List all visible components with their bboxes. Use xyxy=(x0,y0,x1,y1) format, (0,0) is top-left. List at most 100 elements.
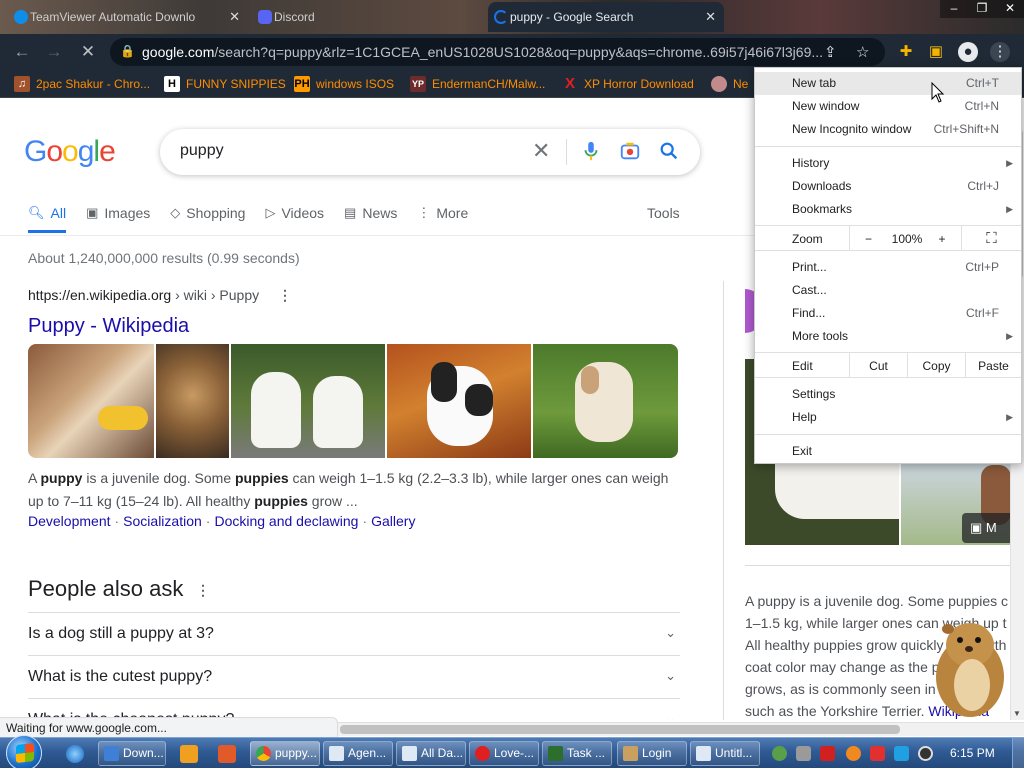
taskbar-button-love[interactable]: Love-... xyxy=(469,741,539,766)
menu-exit[interactable]: Exit xyxy=(755,440,1021,463)
taskbar-button-chrome[interactable]: puppy... xyxy=(250,741,320,766)
close-window-icon[interactable]: ✕ xyxy=(996,0,1024,18)
close-tab-icon[interactable]: ✕ xyxy=(705,9,716,25)
result-title[interactable]: Puppy - Wikipedia xyxy=(28,315,678,338)
show-desktop-button[interactable] xyxy=(1012,738,1024,768)
menu-edit-row: Edit Cut Copy Paste xyxy=(755,352,1021,378)
puppy-image[interactable] xyxy=(533,344,678,458)
volume-tray-icon[interactable] xyxy=(918,746,933,761)
taskbar-button-task-manager[interactable]: Task ... xyxy=(542,741,612,766)
stop-loading-icon[interactable]: ✕ xyxy=(76,41,100,63)
extensions-icon[interactable]: ✚ xyxy=(896,42,916,62)
voice-search-icon[interactable] xyxy=(580,140,602,162)
bookmark-endermanch[interactable]: YP EndermanCH/Malw... xyxy=(410,76,545,92)
paste-button[interactable]: Paste xyxy=(965,353,1021,377)
display-tray-icon[interactable] xyxy=(894,746,909,761)
copy-button[interactable]: Copy xyxy=(907,353,965,377)
start-button[interactable] xyxy=(6,735,42,768)
tab-teamviewer[interactable]: TeamViewer Automatic Downlo ✕ xyxy=(8,2,248,32)
search-input[interactable]: puppy xyxy=(180,142,224,160)
close-tab-icon[interactable]: ✕ xyxy=(229,9,240,25)
back-icon[interactable]: ← xyxy=(10,41,34,63)
taskbar-button-agent[interactable]: Agen... xyxy=(323,741,393,766)
more-images-label: M xyxy=(985,520,997,535)
lock-icon[interactable]: 🔒 xyxy=(120,44,135,58)
flag-tray-icon[interactable] xyxy=(870,746,885,761)
bookmark-ne[interactable]: Ne xyxy=(711,76,748,92)
tray-icon[interactable] xyxy=(846,746,861,761)
menu-more-tools[interactable]: More tools ▶ xyxy=(755,325,1021,348)
network-tray-icon[interactable] xyxy=(772,746,787,761)
tab-all[interactable]: 🔍︎ All xyxy=(28,203,67,233)
tab-images[interactable]: ▣ Images xyxy=(86,203,150,235)
internet-explorer-icon[interactable] xyxy=(66,745,84,763)
tab-discord[interactable]: Discord xyxy=(252,2,482,32)
tab-videos[interactable]: ▷ Videos xyxy=(265,203,324,235)
menu-new-window[interactable]: New window Ctrl+N xyxy=(755,95,1021,118)
result-snippet: A puppy is a juvenile dog. Some puppies … xyxy=(28,470,669,509)
menu-downloads[interactable]: Downloads Ctrl+J xyxy=(755,175,1021,198)
address-bar[interactable]: 🔒 google.com/search?q=puppy&rlz=1C1GCEA_… xyxy=(110,38,885,66)
menu-kebab-icon[interactable]: ⋮ xyxy=(990,42,1010,62)
menu-help[interactable]: Help ▶ xyxy=(755,406,1021,429)
search-icon[interactable] xyxy=(658,140,680,162)
search-box[interactable]: puppy ✕ xyxy=(160,129,700,175)
tray-icon[interactable] xyxy=(796,746,811,761)
tools-button[interactable]: Tools xyxy=(647,205,680,221)
puppy-image[interactable] xyxy=(28,344,154,458)
taskbar-button-untitled[interactable]: Untitl... xyxy=(690,741,760,766)
media-player-icon[interactable] xyxy=(180,745,198,763)
bookmark-xp-horror[interactable]: X XP Horror Download xyxy=(562,76,694,92)
tab-news[interactable]: ▤ News xyxy=(344,203,397,235)
minimize-icon[interactable]: – xyxy=(940,0,968,18)
taskbar-button-all-data[interactable]: All Da... xyxy=(396,741,466,766)
side-panel-icon[interactable]: ▣ xyxy=(926,42,946,62)
menu-bookmarks[interactable]: Bookmarks ▶ xyxy=(755,198,1021,221)
menu-cast[interactable]: Cast... xyxy=(755,279,1021,302)
tab-more[interactable]: ⋮ More xyxy=(417,203,468,235)
menu-new-tab[interactable]: New tab Ctrl+T xyxy=(755,72,1021,95)
puppy-image[interactable] xyxy=(387,344,531,458)
bookmark-funny-snippies[interactable]: H FUNNY SNIPPIES xyxy=(164,76,286,92)
paa-options-icon[interactable]: ⋮ xyxy=(196,582,210,599)
bookmark-2pac[interactable]: ♫ 2pac Shakur - Chro... xyxy=(14,76,150,92)
clear-search-icon[interactable]: ✕ xyxy=(532,138,550,164)
menu-new-incognito[interactable]: New Incognito window Ctrl+Shift+N xyxy=(755,118,1021,141)
taskbar-button-downloads[interactable]: Down... xyxy=(98,741,166,766)
result-cite[interactable]: https://en.wikipedia.org › wiki › Puppy xyxy=(28,287,678,303)
bookmark-star-icon[interactable]: ☆ xyxy=(856,43,869,61)
puppy-image[interactable] xyxy=(156,344,229,458)
antivirus-tray-icon[interactable] xyxy=(820,746,835,761)
scroll-down-icon[interactable]: ▼ xyxy=(1013,709,1021,718)
menu-settings[interactable]: Settings xyxy=(755,383,1021,406)
maximize-icon[interactable]: ❐ xyxy=(968,0,996,18)
paa-question[interactable]: Is a dog still a puppy at 3? ⌄ xyxy=(28,612,680,655)
tab-shopping[interactable]: ◇ Shopping xyxy=(170,203,245,235)
taskbar-button-login[interactable]: Login xyxy=(617,741,687,766)
scrollbar-thumb[interactable] xyxy=(340,725,900,734)
image-search-icon[interactable] xyxy=(619,140,641,162)
zoom-in-button[interactable]: + xyxy=(927,226,957,250)
app-icon[interactable] xyxy=(218,745,236,763)
forward-icon[interactable]: → xyxy=(42,41,66,63)
sitelink-development[interactable]: Development xyxy=(28,513,111,529)
sitelink-docking[interactable]: Docking and declawing xyxy=(214,513,358,529)
paa-question[interactable]: What is the cutest puppy? ⌄ xyxy=(28,655,680,698)
bookmark-windows-isos[interactable]: PH windows ISOS xyxy=(294,76,394,92)
sitelink-socialization[interactable]: Socialization xyxy=(123,513,202,529)
system-clock[interactable]: 6:15 PM xyxy=(950,746,995,760)
tab-google-search[interactable]: puppy - Google Search ✕ xyxy=(488,2,724,32)
more-images-button[interactable]: ▣ M xyxy=(962,513,1010,543)
google-logo[interactable]: Google xyxy=(24,135,116,169)
fullscreen-icon[interactable]: ⛶ xyxy=(961,226,1021,250)
zoom-out-button[interactable]: − xyxy=(849,226,887,250)
puppy-image[interactable] xyxy=(231,344,385,458)
share-icon[interactable]: ⇪ xyxy=(824,43,837,61)
profile-avatar-icon[interactable]: ● xyxy=(958,42,978,62)
menu-print[interactable]: Print... Ctrl+P xyxy=(755,256,1021,279)
menu-history[interactable]: History ▶ xyxy=(755,152,1021,175)
menu-find[interactable]: Find... Ctrl+F xyxy=(755,302,1021,325)
result-options-icon[interactable]: ⋮ xyxy=(278,287,292,304)
cut-button[interactable]: Cut xyxy=(849,353,907,377)
sitelink-gallery[interactable]: Gallery xyxy=(371,513,415,529)
